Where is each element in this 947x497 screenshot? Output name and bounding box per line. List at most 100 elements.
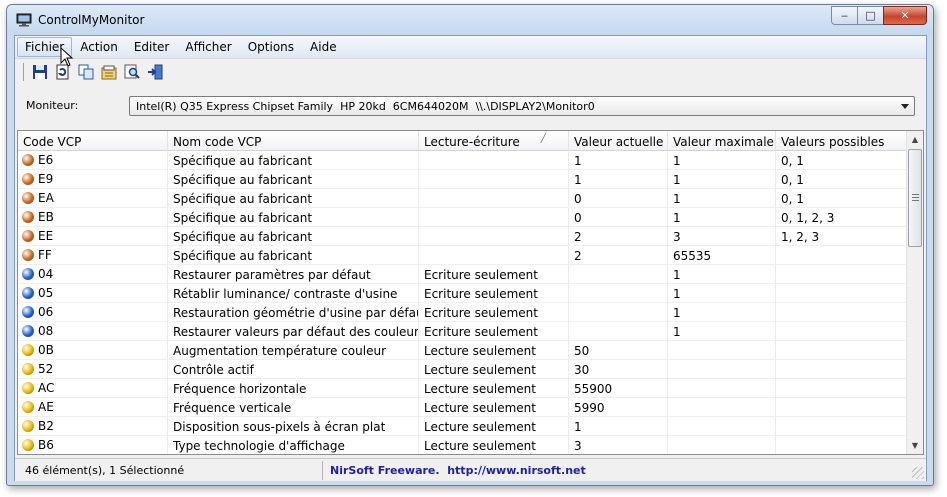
resize-grip-icon[interactable] — [912, 467, 924, 479]
cell-max-value: 1 — [668, 189, 776, 208]
cell-current-value — [569, 322, 668, 341]
table-row[interactable]: 06 Restauration géométrie d'usine par déf… — [18, 303, 908, 322]
cell-current-value — [569, 265, 668, 284]
table-row[interactable]: EA Spécifique au fabricant 0 1 0, 1 — [18, 189, 908, 208]
scroll-up-icon[interactable]: ▲ — [907, 131, 923, 148]
cell-possible-values — [776, 379, 908, 398]
column-header-code[interactable]: Code VCP — [18, 131, 168, 151]
close-icon: ✕ — [900, 9, 910, 22]
cell-current-value: 30 — [569, 360, 668, 379]
cell-name: Spécifique au fabricant — [168, 246, 419, 265]
table-row[interactable]: E9 Spécifique au fabricant 1 1 0, 1 — [18, 170, 908, 189]
menu-aide[interactable]: Aide — [302, 37, 345, 57]
copy-button[interactable] — [76, 62, 96, 82]
cell-current-value: 3 — [569, 436, 668, 454]
save-button[interactable] — [30, 62, 50, 82]
cell-possible-values: 0, 1 — [776, 170, 908, 189]
monitor-dropdown-value: Intel(R) Q35 Express Chipset Family HP 2… — [136, 100, 595, 113]
yellow-dot-icon — [22, 439, 34, 451]
client-area: Fichier Action Editer Afficher Options A… — [14, 35, 927, 481]
table-row[interactable]: 05 Rétablir luminance/ contraste d'usine E… — [18, 284, 908, 303]
table-row[interactable]: 08 Restaurer valeurs par défaut des coule… — [18, 322, 908, 341]
vcp-code-text: E6 — [38, 153, 54, 167]
properties-icon — [101, 65, 117, 79]
cell-max-value — [668, 379, 776, 398]
table-row[interactable]: B6 Type technologie d'affichage Lecture se… — [18, 436, 908, 454]
vcp-code-text: 05 — [38, 286, 54, 300]
cell-max-value: 1 — [668, 284, 776, 303]
vcp-code-text: 08 — [38, 324, 54, 338]
vcp-code-text: FF — [38, 248, 52, 262]
cell-code: FF — [18, 246, 168, 265]
status-divider — [322, 461, 323, 480]
column-header-max-value[interactable]: Valeur maximale — [668, 131, 776, 151]
column-header-read-write-label: Lecture-écriture — [424, 135, 520, 149]
column-header-possible-values[interactable]: Valeurs possibles — [776, 131, 908, 151]
menu-afficher[interactable]: Afficher — [177, 37, 239, 57]
find-button[interactable] — [122, 62, 142, 82]
scroll-down-icon[interactable]: ▼ — [907, 437, 923, 454]
minimize-button[interactable]: ‒ — [831, 6, 858, 25]
table-row[interactable]: AC Fréquence horizontale Lecture seulement… — [18, 379, 908, 398]
cell-name: Restauration géométrie d'usine par défau… — [168, 303, 419, 322]
orange-dot-icon — [22, 249, 34, 261]
cell-code: EA — [18, 189, 168, 208]
exit-button[interactable] — [145, 62, 165, 82]
cell-max-value: 1 — [668, 151, 776, 170]
vertical-scrollbar[interactable]: ▲ ▼ — [906, 131, 923, 454]
scroll-thumb[interactable] — [908, 149, 922, 247]
yellow-dot-icon — [22, 344, 34, 356]
table-row[interactable]: AE Fréquence verticale Lecture seulement 59… — [18, 398, 908, 417]
cell-possible-values — [776, 322, 908, 341]
cell-current-value — [569, 303, 668, 322]
maximize-button[interactable]: □ — [857, 6, 884, 25]
table-row[interactable]: E6 Spécifique au fabricant 1 1 0, 1 — [18, 151, 908, 170]
exit-icon — [148, 64, 163, 79]
cell-code: 05 — [18, 284, 168, 303]
find-icon — [124, 64, 140, 79]
menu-editer[interactable]: Editer — [126, 37, 178, 57]
copy-icon — [78, 64, 94, 79]
properties-button[interactable] — [99, 62, 119, 82]
cell-max-value: 3 — [668, 227, 776, 246]
toolbar — [15, 58, 926, 84]
cell-max-value — [668, 341, 776, 360]
column-header-read-write[interactable]: Lecture-écriture ╱ — [419, 131, 569, 151]
close-button[interactable]: ✕ — [883, 6, 927, 25]
orange-dot-icon — [22, 173, 34, 185]
cell-read-write — [419, 227, 569, 246]
cell-read-write: Ecriture seulement — [419, 265, 569, 284]
blue-dot-icon — [22, 287, 34, 299]
blue-dot-icon — [22, 268, 34, 280]
menu-options[interactable]: Options — [240, 37, 302, 57]
cell-name: Fréquence verticale — [168, 398, 419, 417]
table-row[interactable]: B2 Disposition sous-pixels à écran plat Le… — [18, 417, 908, 436]
vcp-code-text: EA — [38, 191, 54, 205]
cell-possible-values: 0, 1 — [776, 151, 908, 170]
cell-name: Augmentation température couleur — [168, 341, 419, 360]
menu-action[interactable]: Action — [72, 37, 126, 57]
title-bar[interactable]: ControlMyMonitor ‒ □ ✕ — [7, 5, 933, 35]
table-row[interactable]: 0B Augmentation température couleur Lectur… — [18, 341, 908, 360]
vcp-list[interactable]: Code VCP Nom code VCP Lecture-écriture ╱ … — [17, 130, 924, 455]
table-row[interactable]: EE Spécifique au fabricant 2 3 1, 2, 3 — [18, 227, 908, 246]
column-header-current-value[interactable]: Valeur actuelle — [569, 131, 668, 151]
cell-possible-values — [776, 398, 908, 417]
cell-name: Spécifique au fabricant — [168, 151, 419, 170]
cell-read-write — [419, 208, 569, 227]
column-header-name[interactable]: Nom code VCP — [168, 131, 419, 151]
monitor-dropdown[interactable]: Intel(R) Q35 Express Chipset Family HP 2… — [129, 96, 915, 116]
status-credit-link[interactable]: NirSoft Freeware. http://www.nirsoft.net — [330, 464, 586, 477]
cell-current-value: 50 — [569, 341, 668, 360]
table-row[interactable]: 04 Restaurer paramètres par défaut Ecritur… — [18, 265, 908, 284]
table-row[interactable]: 52 Contrôle actif Lecture seulement 30 — [18, 360, 908, 379]
vcp-code-text: E9 — [38, 172, 54, 186]
cell-code: E6 — [18, 151, 168, 170]
table-row[interactable]: EB Spécifique au fabricant 0 1 0, 1, 2, 3 — [18, 208, 908, 227]
table-row[interactable]: FF Spécifique au fabricant 2 65535 — [18, 246, 908, 265]
vcp-code-text: 04 — [38, 267, 54, 281]
maximize-icon: □ — [865, 9, 876, 22]
cell-read-write — [419, 151, 569, 170]
cell-max-value: 65535 — [668, 246, 776, 265]
cell-read-write: Ecriture seulement — [419, 322, 569, 341]
